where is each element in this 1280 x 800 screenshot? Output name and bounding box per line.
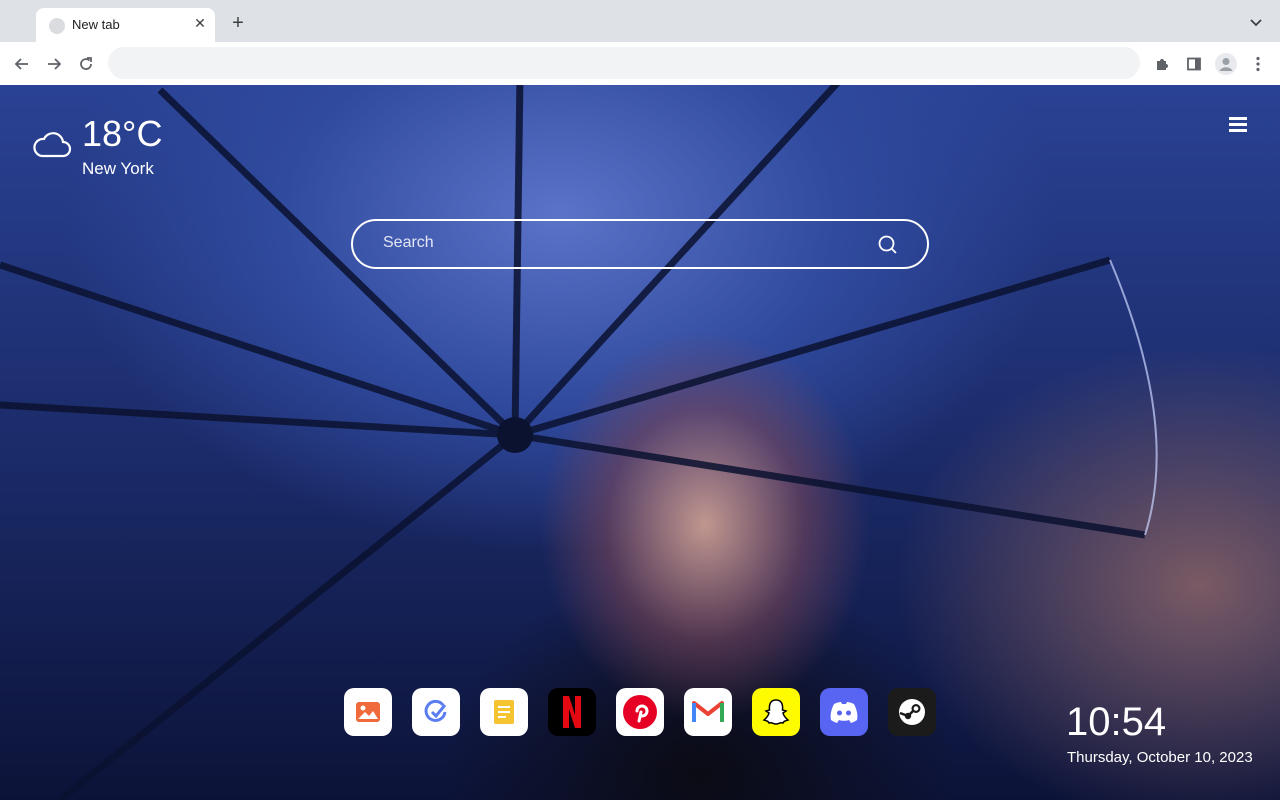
forward-arrow-icon bbox=[48, 58, 62, 70]
address-bar[interactable] bbox=[108, 47, 1140, 79]
side-panel-button[interactable] bbox=[1182, 52, 1206, 76]
reload-button[interactable] bbox=[74, 52, 98, 76]
tab-title: New tab bbox=[72, 17, 120, 32]
cloud-icon bbox=[33, 132, 72, 158]
side-panel-icon bbox=[1187, 57, 1201, 71]
steam-icon bbox=[899, 699, 925, 725]
reload-icon bbox=[80, 57, 92, 70]
weather-temperature: 18°C bbox=[82, 113, 163, 154]
weather-city: New York bbox=[82, 159, 154, 178]
back-button[interactable] bbox=[10, 52, 34, 76]
tab-search-chevron-icon[interactable] bbox=[1248, 14, 1264, 30]
clock-time: 10:54 bbox=[1066, 700, 1167, 744]
discord-icon bbox=[830, 702, 858, 723]
discord-app-button[interactable] bbox=[820, 688, 868, 736]
snapchat-icon bbox=[762, 699, 790, 725]
task-icon bbox=[424, 699, 447, 722]
profile-button[interactable] bbox=[1214, 52, 1238, 76]
search-icon[interactable] bbox=[877, 234, 899, 256]
puzzle-icon bbox=[1157, 59, 1168, 70]
task-app-button[interactable] bbox=[412, 688, 460, 736]
extensions-button[interactable] bbox=[1150, 52, 1174, 76]
tab-new-tab[interactable]: New tab ✕ bbox=[36, 8, 215, 42]
close-tab-icon[interactable]: ✕ bbox=[192, 15, 208, 31]
netflix-app-button[interactable] bbox=[548, 688, 596, 736]
back-arrow-icon bbox=[14, 58, 28, 70]
clock-date: Thursday, October 10, 2023 bbox=[1067, 749, 1253, 766]
new-tab-button[interactable]: + bbox=[228, 13, 248, 33]
pinterest-icon bbox=[623, 695, 657, 729]
netflix-icon bbox=[563, 696, 581, 728]
gmail-app-button[interactable] bbox=[684, 688, 732, 736]
photos-app-button[interactable] bbox=[344, 688, 392, 736]
search-box[interactable] bbox=[351, 219, 929, 269]
steam-app-button[interactable] bbox=[888, 688, 936, 736]
new-tab-page: 18°C New York Search 10:54 Thursday, Oct… bbox=[0, 85, 1280, 800]
photos-icon bbox=[356, 702, 380, 722]
browser-toolbar bbox=[0, 42, 1280, 86]
tab-strip: New tab ✕ + bbox=[0, 0, 1280, 42]
notes-app-button[interactable] bbox=[480, 688, 528, 736]
kebab-menu-icon bbox=[1256, 56, 1260, 72]
browser-menu-button[interactable] bbox=[1246, 52, 1270, 76]
hamburger-menu-icon[interactable] bbox=[1229, 116, 1249, 134]
avatar-icon bbox=[1215, 53, 1237, 75]
snapchat-app-button[interactable] bbox=[752, 688, 800, 736]
gmail-icon bbox=[692, 701, 724, 722]
tab-favicon-icon bbox=[49, 18, 65, 34]
pinterest-app-button[interactable] bbox=[616, 688, 664, 736]
forward-button[interactable] bbox=[42, 52, 66, 76]
notes-icon bbox=[494, 700, 514, 724]
search-input[interactable] bbox=[383, 234, 863, 252]
